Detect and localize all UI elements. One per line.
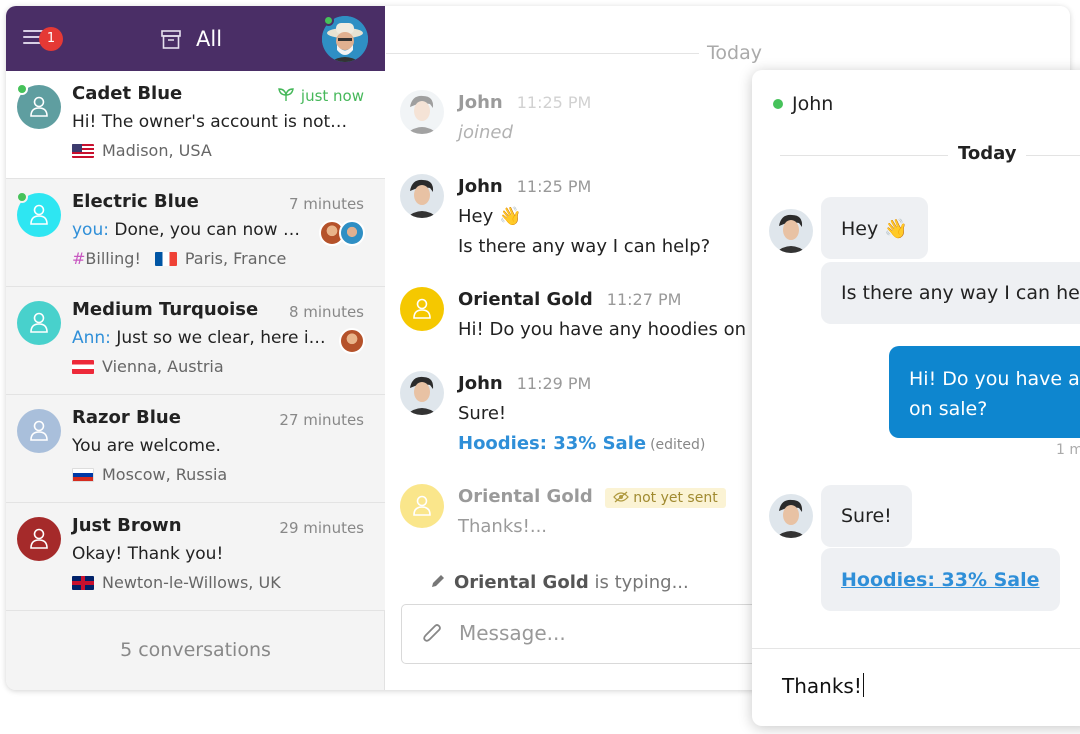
contact-name: Electric Blue: [72, 191, 199, 212]
last-message-preview: You are welcome.: [72, 436, 221, 456]
us-flag-icon: [72, 143, 94, 158]
hoodies-sale-link[interactable]: Hoodies: 33% Sale: [841, 569, 1040, 591]
austria-flag-icon: [72, 359, 94, 374]
participant-avatar: [339, 220, 365, 246]
message-link-row: Hoodies: 33% Sale (edited): [458, 433, 705, 454]
oriental-gold-avatar[interactable]: [400, 484, 444, 528]
message-author: John 11:29 PM: [458, 373, 592, 394]
user-icon: [30, 420, 48, 441]
eye-slash-icon: [612, 491, 629, 503]
conversation-item[interactable]: Medium Turquoise 8 minutes Ann: Just so …: [6, 287, 385, 395]
incoming-bubble: Hey 👋: [821, 197, 928, 259]
oriental-gold-avatar[interactable]: [400, 287, 444, 331]
incoming-bubble: Hoodies: 33% Sale: [821, 548, 1060, 611]
contact-name: Cadet Blue: [72, 83, 183, 104]
last-message-preview: Hi! The owner's account is not in…: [72, 112, 352, 132]
participant-avatars: [319, 220, 365, 246]
last-message-time: 8 minutes: [288, 303, 364, 321]
filter-label: All: [196, 27, 223, 51]
contact-name: Just Brown: [72, 515, 182, 536]
text-caret: [862, 673, 864, 697]
last-message-time: 29 minutes: [279, 519, 364, 537]
online-indicator: [16, 191, 28, 203]
user-icon: [413, 298, 431, 319]
contact-avatar: [17, 517, 61, 561]
user-icon: [30, 312, 48, 333]
contact-location: Moscow, Russia: [72, 465, 227, 484]
john-avatar: [769, 209, 813, 253]
system-message: joined: [458, 122, 513, 143]
last-message-time: 7 minutes: [288, 195, 364, 213]
message-author: John 11:25 PM: [458, 176, 592, 197]
edited-label: (edited): [650, 437, 706, 453]
last-message-preview: Ann: Just so we clear, here is …: [72, 328, 327, 348]
last-message-time: just now: [277, 87, 364, 105]
contact-avatar: [17, 301, 61, 345]
input-divider: [752, 648, 1080, 649]
not-sent-status: not yet sent: [604, 488, 726, 508]
contact-location: #Billing! Paris, France: [72, 249, 287, 268]
pencil-icon: [432, 575, 444, 587]
incoming-bubble: Sure!: [821, 485, 912, 547]
last-message-preview: Okay! Thank you!: [72, 544, 224, 564]
outgoing-bubble: Hi! Do you have ar on sale?: [889, 346, 1080, 438]
john-avatar[interactable]: [400, 371, 444, 415]
message-time: 1 m: [1056, 442, 1080, 458]
uk-flag-icon: [72, 575, 94, 590]
current-user-online-indicator: [323, 15, 334, 26]
john-avatar[interactable]: [400, 90, 444, 134]
contact-name: Medium Turquoise: [72, 299, 259, 320]
contact-location: Madison, USA: [72, 141, 212, 160]
france-flag-icon: [154, 251, 177, 266]
user-icon: [30, 96, 48, 117]
incoming-bubble: Is there any way I can help: [821, 262, 1080, 324]
paperclip-icon[interactable]: [422, 623, 444, 647]
message-input-placeholder: Message...: [459, 621, 566, 645]
user-icon: [30, 528, 48, 549]
message-text: Thanks!...: [458, 516, 548, 537]
message-text: Sure!: [458, 403, 507, 424]
message-text: Hey 👋: [458, 206, 522, 227]
agent-name: John: [792, 93, 834, 115]
participant-avatars: [339, 328, 365, 354]
russia-flag-icon: [72, 467, 94, 482]
conversation-sidebar: 1 All Cadet Blue just now Hi! The owner'…: [6, 6, 385, 690]
agent-online-indicator: [773, 99, 783, 109]
last-message-preview: you: Done, you can now lo…: [72, 220, 302, 240]
contact-location: Newton-le-Willows, UK: [72, 573, 281, 592]
message-author: Oriental Gold 11:27 PM: [458, 289, 682, 310]
message-author: Oriental Gold not yet sent: [458, 486, 726, 508]
john-avatar[interactable]: [400, 174, 444, 218]
date-divider-label: Today: [699, 42, 770, 64]
hoodies-sale-link[interactable]: Hoodies: 33% Sale: [458, 433, 646, 454]
user-icon: [413, 495, 431, 516]
chat-widget: John Today Hey 👋 Is there any way I can …: [752, 70, 1080, 726]
notification-badge: 1: [39, 27, 63, 51]
widget-message-input[interactable]: Thanks!: [782, 673, 864, 698]
conversation-item[interactable]: Cadet Blue just now Hi! The owner's acco…: [6, 71, 385, 179]
conversation-item[interactable]: Electric Blue 7 minutes you: Done, you c…: [6, 179, 385, 287]
message-author: John 11:25 PM: [458, 92, 592, 113]
message-text: Is there any way I can help?: [458, 236, 711, 257]
filter-all-button[interactable]: All: [160, 24, 222, 54]
typing-indicator: Oriental Gold is typing...: [430, 572, 689, 593]
message-text: Hi! Do you have any hoodies on: [458, 319, 747, 340]
sidebar-header: 1 All: [6, 6, 385, 71]
conversation-item[interactable]: Razor Blue 27 minutes You are welcome. M…: [6, 395, 385, 503]
online-indicator: [16, 83, 28, 95]
archive-box-icon: [161, 30, 181, 49]
conversations-count: 5 conversations: [120, 639, 271, 661]
contact-location: Vienna, Austria: [72, 357, 224, 376]
conversation-item[interactable]: Just Brown 29 minutes Okay! Thank you! N…: [6, 503, 385, 611]
conversation-tag[interactable]: #Billing!: [72, 249, 141, 268]
last-message-time: 27 minutes: [279, 411, 364, 429]
user-icon: [30, 204, 48, 225]
date-divider: [780, 155, 1080, 156]
john-avatar: [769, 494, 813, 538]
contact-avatar: [17, 409, 61, 453]
sprout-icon: [278, 88, 294, 101]
contact-name: Razor Blue: [72, 407, 181, 428]
date-divider-label: Today: [948, 143, 1027, 164]
participant-avatar: [339, 328, 365, 354]
